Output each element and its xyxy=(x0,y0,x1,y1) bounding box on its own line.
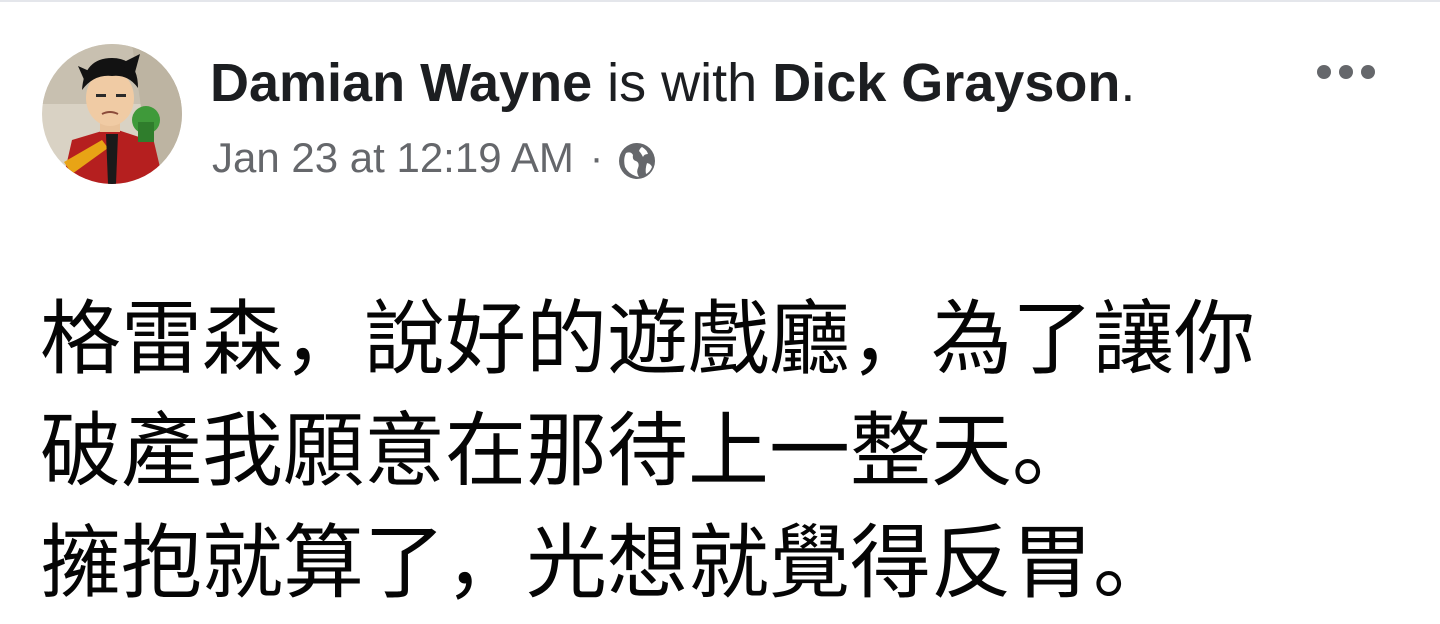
post-text-line: 破產我願意在那待上一整天。 xyxy=(40,405,1094,499)
post-timestamp-link[interactable]: Jan 23 at 12:19 AM xyxy=(212,130,574,186)
post-text-line: 格雷森，說好的遊戲廳，為了讓你 xyxy=(40,293,1256,387)
more-options-button[interactable] xyxy=(1308,52,1384,92)
more-horizontal-icon xyxy=(1317,65,1375,79)
post-header: Damian Wayne is with Dick Grayson. xyxy=(210,48,1135,118)
post-text-line: 擁抱就算了，光想就覺得反胃。 xyxy=(40,517,1175,611)
meta-separator: · xyxy=(589,136,604,180)
author-name-link[interactable]: Damian Wayne xyxy=(210,53,592,113)
header-trailing-period: . xyxy=(1120,53,1136,113)
author-avatar[interactable] xyxy=(42,44,182,184)
post-body-text: 格雷森，說好的遊戲廳，為了讓你 破產我願意在那待上一整天。 擁抱就算了，光想就覺… xyxy=(40,284,1410,620)
post-meta: Jan 23 at 12:19 AM · xyxy=(212,130,657,186)
facebook-post: Damian Wayne is with Dick Grayson. Jan 2… xyxy=(0,0,1440,624)
avatar-image xyxy=(42,44,182,184)
with-connector-text: is with xyxy=(607,53,758,113)
tagged-friend-link[interactable]: Dick Grayson xyxy=(772,53,1120,113)
globe-icon xyxy=(617,139,657,179)
